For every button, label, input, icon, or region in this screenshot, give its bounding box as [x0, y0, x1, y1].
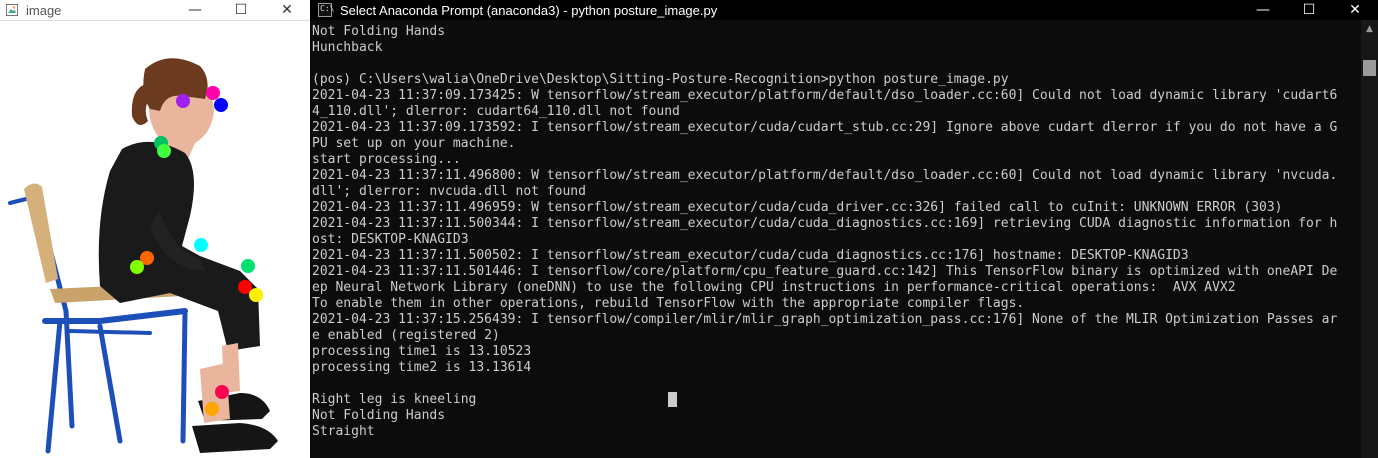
keypoint-knee-c — [249, 288, 263, 302]
console-line: Straight — [312, 424, 375, 439]
keypoint-ear — [214, 98, 228, 112]
console-line: ost: DESKTOP-KNAGID3 — [312, 232, 469, 247]
console-line: PU set up on your machine. — [312, 136, 516, 151]
terminal-icon: C:\ — [318, 3, 335, 17]
vertical-scrollbar[interactable]: ▲ — [1361, 20, 1378, 458]
keypoint-shoulder — [157, 144, 171, 158]
terminal-icon-text: C:\ — [320, 4, 335, 13]
console-line: 2021-04-23 11:37:11.496800: W tensorflow… — [312, 168, 1338, 183]
console-line: 2021-04-23 11:37:15.256439: I tensorflow… — [312, 312, 1338, 327]
console-line: start processing... — [312, 152, 461, 167]
close-button[interactable]: ✕ — [264, 0, 310, 20]
console-line: Not Folding Hands — [312, 408, 446, 423]
console-line: 4_110.dll'; dlerror: cudart64_110.dll no… — [312, 104, 680, 119]
keypoint-nose — [206, 86, 220, 100]
text-cursor — [668, 392, 677, 407]
keypoint-ankle-b — [205, 402, 219, 416]
keypoint-eye — [176, 94, 190, 108]
console-line: 2021-04-23 11:37:09.173592: I tensorflow… — [312, 120, 1338, 135]
console-line: Right leg is kneeling — [312, 392, 477, 407]
console-line: 2021-04-23 11:37:09.173425: W tensorflow… — [312, 88, 1338, 103]
keypoint-hip-b — [130, 260, 144, 274]
image-window[interactable]: image — ☐ ✕ — [0, 0, 311, 458]
console-line: To enable them in other operations, rebu… — [312, 296, 1025, 311]
console-line: 2021-04-23 11:37:11.496959: W tensorflow… — [312, 200, 1283, 215]
console-line: 2021-04-23 11:37:11.501446: I tensorflow… — [312, 264, 1338, 279]
window-app-icon — [6, 4, 18, 16]
close-button[interactable]: ✕ — [1332, 0, 1378, 20]
console-line: processing time1 is 13.10523 — [312, 344, 532, 359]
console-line: Not Folding Hands — [312, 24, 446, 39]
maximize-button[interactable]: ☐ — [218, 0, 264, 20]
console-line: e enabled (registered 2) — [312, 328, 500, 343]
console-window-title: Select Anaconda Prompt (anaconda3) - pyt… — [340, 3, 718, 18]
console-line: ep Neural Network Library (oneDNN) to us… — [312, 280, 1236, 295]
console-title-bar[interactable]: C:\ Select Anaconda Prompt (anaconda3) -… — [310, 0, 1378, 20]
keypoint-elbow — [194, 238, 208, 252]
console-line: (pos) C:\Users\walia\OneDrive\Desktop\Si… — [312, 72, 1009, 87]
console-output[interactable]: Not Folding Hands Hunchback (pos) C:\Users… — [312, 24, 1360, 458]
minimize-button[interactable]: — — [1240, 0, 1286, 20]
scroll-thumb[interactable] — [1363, 60, 1376, 76]
keypoint-knee-a — [241, 259, 255, 273]
image-window-title-bar[interactable]: image — ☐ ✕ — [0, 0, 310, 21]
console-line: Hunchback — [312, 40, 383, 55]
console-line: 2021-04-23 11:37:11.500344: I tensorflow… — [312, 216, 1338, 231]
console-line: processing time2 is 13.13614 — [312, 360, 532, 375]
console-line: dll'; dlerror: nvcuda.dll not found — [312, 184, 586, 199]
console-line: 2021-04-23 11:37:11.500502: I tensorflow… — [312, 248, 1189, 263]
minimize-button[interactable]: — — [172, 0, 218, 20]
anaconda-prompt-window[interactable]: C:\ Select Anaconda Prompt (anaconda3) -… — [310, 0, 1378, 458]
maximize-button[interactable]: ☐ — [1286, 0, 1332, 20]
image-window-title: image — [26, 3, 62, 18]
keypoint-ankle-a — [215, 385, 229, 399]
posture-image — [0, 21, 310, 458]
scroll-up-arrow-icon[interactable]: ▲ — [1361, 20, 1378, 38]
